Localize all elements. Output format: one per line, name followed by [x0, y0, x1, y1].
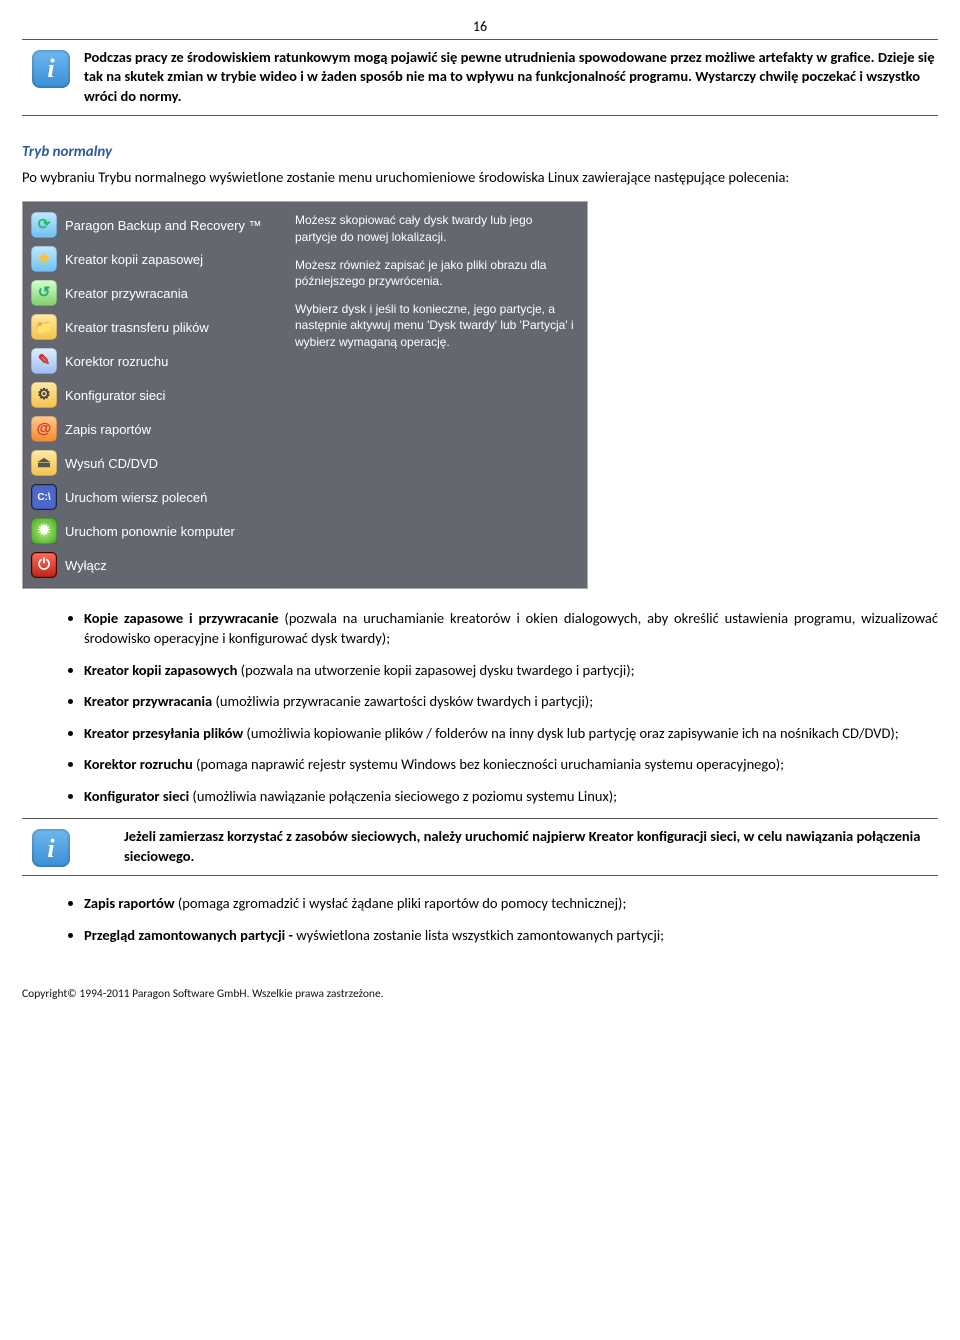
info-text-1: Podczas pracy ze środowiskiem ratunkowym… — [84, 46, 938, 107]
menu-item-label: Kreator przywracania — [65, 285, 188, 303]
menu-item-backup-wizard[interactable]: Kreator kopii zapasowej — [23, 242, 285, 276]
list-item: Konfigurator sieci (umożliwia nawiązanie… — [84, 787, 938, 807]
info-icon: i — [32, 50, 70, 88]
bullet-list-1: Kopie zapasowe i przywracanie (pozwala n… — [44, 609, 938, 806]
backup-wizard-icon — [31, 246, 57, 272]
menu-item-label: Wysuń CD/DVD — [65, 455, 158, 473]
menu-item-backup-recovery[interactable]: Paragon Backup and Recovery ™ — [23, 208, 285, 242]
menu-item-label: Kreator kopii zapasowej — [65, 251, 203, 269]
info-callout-2: i Jeżeli zamierzasz korzystać z zasobów … — [22, 821, 938, 873]
list-item: Korektor rozruchu (pomaga naprawić rejes… — [84, 755, 938, 775]
intro-paragraph: Po wybraniu Trybu normalnego wyświetlone… — [22, 168, 938, 188]
menu-item-label: Paragon Backup and Recovery ™ — [65, 217, 262, 235]
menu-item-command-line[interactable]: Uruchom wiersz poleceń — [23, 480, 285, 514]
list-item: Kopie zapasowe i przywracanie (pozwala n… — [84, 609, 938, 648]
eject-icon — [31, 450, 57, 476]
menu-description-panel: Możesz skopiować cały dysk twardy lub je… — [285, 202, 587, 588]
menu-item-reboot[interactable]: Uruchom ponownie komputer — [23, 514, 285, 548]
power-off-icon — [31, 552, 57, 578]
boot-corrector-icon — [31, 348, 57, 374]
section-title: Tryb normalny — [22, 142, 938, 162]
list-item: Zapis raportów (pomaga zgromadzić i wysł… — [84, 894, 938, 914]
list-item: Kreator kopii zapasowych (pozwala na utw… — [84, 661, 938, 681]
restore-icon — [31, 280, 57, 306]
menu-item-label: Korektor rozruchu — [65, 353, 168, 371]
menu-item-restore-wizard[interactable]: Kreator przywracania — [23, 276, 285, 310]
menu-left-column: Paragon Backup and Recovery ™ Kreator ko… — [23, 202, 285, 588]
menu-desc-p3: Wybierz dysk i jeśli to konieczne, jego … — [295, 301, 577, 350]
menu-item-network-config[interactable]: Konfigurator sieci — [23, 378, 285, 412]
list-item: Kreator przywracania (umożliwia przywrac… — [84, 692, 938, 712]
hr-top — [22, 39, 938, 40]
menu-item-label: Wyłącz — [65, 557, 107, 575]
hr-info2-start — [22, 818, 938, 819]
bullet-list-2: Zapis raportów (pomaga zgromadzić i wysł… — [44, 894, 938, 945]
reboot-icon — [31, 518, 57, 544]
folder-icon — [31, 314, 57, 340]
network-config-icon — [31, 382, 57, 408]
page-number: 16 — [22, 18, 938, 37]
menu-item-log-saver[interactable]: Zapis raportów — [23, 412, 285, 446]
menu-item-label: Konfigurator sieci — [65, 387, 165, 405]
menu-item-label: Kreator trasnsferu plików — [65, 319, 209, 337]
footer-copyright: Copyright© 1994-2011 Paragon Software Gm… — [22, 957, 938, 1011]
menu-item-label: Uruchom wiersz poleceń — [65, 489, 207, 507]
linux-menu-panel: Paragon Backup and Recovery ™ Kreator ko… — [22, 201, 588, 589]
hr-info1-end — [22, 115, 938, 116]
info-callout-1: i Podczas pracy ze środowiskiem ratunkow… — [22, 42, 938, 113]
list-item: Kreator przesyłania plików (umożliwia ko… — [84, 724, 938, 744]
report-icon — [31, 416, 57, 442]
menu-item-boot-corrector[interactable]: Korektor rozruchu — [23, 344, 285, 378]
menu-desc-p1: Możesz skopiować cały dysk twardy lub je… — [295, 212, 577, 244]
disk-copy-icon — [31, 212, 57, 238]
menu-item-label: Zapis raportów — [65, 421, 151, 439]
hr-info2-end — [22, 875, 938, 876]
menu-item-power-off[interactable]: Wyłącz — [23, 548, 285, 582]
command-prompt-icon — [31, 484, 57, 510]
list-item: Przegląd zamontowanych partycji - wyświe… — [84, 926, 938, 946]
menu-item-label: Uruchom ponownie komputer — [65, 523, 235, 541]
menu-item-eject-cd[interactable]: Wysuń CD/DVD — [23, 446, 285, 480]
info-text-2: Jeżeli zamierzasz korzystać z zasobów si… — [84, 825, 938, 866]
info-icon: i — [32, 829, 70, 867]
menu-item-file-transfer[interactable]: Kreator trasnsferu plików — [23, 310, 285, 344]
menu-desc-p2: Możesz również zapisać je jako pliki obr… — [295, 257, 577, 289]
